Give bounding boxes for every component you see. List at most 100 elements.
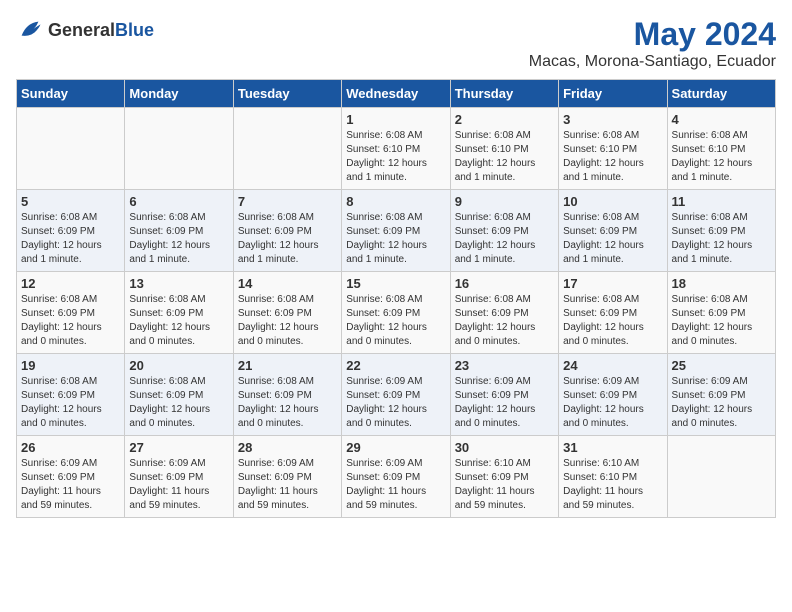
calendar-header: Sunday Monday Tuesday Wednesday Thursday… — [17, 80, 776, 108]
calendar-body: 1 Sunrise: 6:08 AM Sunset: 6:10 PM Daylig… — [17, 108, 776, 518]
day-number: 14 — [238, 276, 337, 291]
calendar-table: Sunday Monday Tuesday Wednesday Thursday… — [16, 79, 776, 518]
day-number: 18 — [672, 276, 771, 291]
calendar-cell: 22 Sunrise: 6:09 AM Sunset: 6:09 PM Dayli… — [342, 354, 450, 436]
day-info: Sunrise: 6:09 AM Sunset: 6:09 PM Dayligh… — [238, 457, 337, 513]
day-info: Sunrise: 6:10 AM Sunset: 6:10 PM Dayligh… — [563, 457, 662, 513]
day-info: Sunrise: 6:08 AM Sunset: 6:09 PM Dayligh… — [563, 293, 662, 349]
day-number: 23 — [455, 358, 554, 373]
day-number: 8 — [346, 194, 445, 209]
calendar-cell: 9 Sunrise: 6:08 AM Sunset: 6:09 PM Daylig… — [450, 190, 558, 272]
calendar-cell: 17 Sunrise: 6:08 AM Sunset: 6:09 PM Dayli… — [559, 272, 667, 354]
calendar-cell: 16 Sunrise: 6:08 AM Sunset: 6:09 PM Dayli… — [450, 272, 558, 354]
day-info: Sunrise: 6:09 AM Sunset: 6:09 PM Dayligh… — [346, 457, 445, 513]
main-title: May 2024 — [529, 16, 776, 53]
day-info: Sunrise: 6:08 AM Sunset: 6:09 PM Dayligh… — [346, 293, 445, 349]
day-number: 6 — [129, 194, 228, 209]
logo-text: GeneralBlue — [48, 20, 154, 41]
day-number: 5 — [21, 194, 120, 209]
page-header: GeneralBlue May 2024 Macas, Morona-Santi… — [16, 16, 776, 71]
calendar-cell: 28 Sunrise: 6:09 AM Sunset: 6:09 PM Dayli… — [233, 436, 341, 518]
day-number: 9 — [455, 194, 554, 209]
day-number: 27 — [129, 440, 228, 455]
calendar-cell: 8 Sunrise: 6:08 AM Sunset: 6:09 PM Daylig… — [342, 190, 450, 272]
day-number: 7 — [238, 194, 337, 209]
calendar-cell: 1 Sunrise: 6:08 AM Sunset: 6:10 PM Daylig… — [342, 108, 450, 190]
day-info: Sunrise: 6:08 AM Sunset: 6:09 PM Dayligh… — [129, 211, 228, 267]
day-info: Sunrise: 6:09 AM Sunset: 6:09 PM Dayligh… — [672, 375, 771, 431]
day-info: Sunrise: 6:08 AM Sunset: 6:09 PM Dayligh… — [21, 211, 120, 267]
calendar-cell: 26 Sunrise: 6:09 AM Sunset: 6:09 PM Dayli… — [17, 436, 125, 518]
day-info: Sunrise: 6:10 AM Sunset: 6:09 PM Dayligh… — [455, 457, 554, 513]
day-info: Sunrise: 6:09 AM Sunset: 6:09 PM Dayligh… — [563, 375, 662, 431]
calendar-cell — [233, 108, 341, 190]
day-info: Sunrise: 6:08 AM Sunset: 6:09 PM Dayligh… — [346, 211, 445, 267]
calendar-cell: 12 Sunrise: 6:08 AM Sunset: 6:09 PM Dayli… — [17, 272, 125, 354]
day-info: Sunrise: 6:08 AM Sunset: 6:09 PM Dayligh… — [129, 293, 228, 349]
day-number: 21 — [238, 358, 337, 373]
calendar-cell: 14 Sunrise: 6:08 AM Sunset: 6:09 PM Dayli… — [233, 272, 341, 354]
day-number: 26 — [21, 440, 120, 455]
calendar-cell: 31 Sunrise: 6:10 AM Sunset: 6:10 PM Dayli… — [559, 436, 667, 518]
day-number: 22 — [346, 358, 445, 373]
day-number: 19 — [21, 358, 120, 373]
calendar-cell: 24 Sunrise: 6:09 AM Sunset: 6:09 PM Dayli… — [559, 354, 667, 436]
header-friday: Friday — [559, 80, 667, 108]
day-info: Sunrise: 6:08 AM Sunset: 6:10 PM Dayligh… — [346, 129, 445, 185]
calendar-week-5: 26 Sunrise: 6:09 AM Sunset: 6:09 PM Dayli… — [17, 436, 776, 518]
calendar-cell: 5 Sunrise: 6:08 AM Sunset: 6:09 PM Daylig… — [17, 190, 125, 272]
day-info: Sunrise: 6:08 AM Sunset: 6:09 PM Dayligh… — [455, 211, 554, 267]
day-info: Sunrise: 6:08 AM Sunset: 6:10 PM Dayligh… — [455, 129, 554, 185]
day-info: Sunrise: 6:09 AM Sunset: 6:09 PM Dayligh… — [21, 457, 120, 513]
day-number: 16 — [455, 276, 554, 291]
header-saturday: Saturday — [667, 80, 775, 108]
day-number: 12 — [21, 276, 120, 291]
calendar-cell: 2 Sunrise: 6:08 AM Sunset: 6:10 PM Daylig… — [450, 108, 558, 190]
calendar-cell: 18 Sunrise: 6:08 AM Sunset: 6:09 PM Dayli… — [667, 272, 775, 354]
day-number: 10 — [563, 194, 662, 209]
day-number: 25 — [672, 358, 771, 373]
day-number: 17 — [563, 276, 662, 291]
day-info: Sunrise: 6:09 AM Sunset: 6:09 PM Dayligh… — [346, 375, 445, 431]
calendar-cell: 4Sunrise: 6:08 AM Sunset: 6:10 PM Daylig… — [667, 108, 775, 190]
header-monday: Monday — [125, 80, 233, 108]
day-info: Sunrise: 6:08 AM Sunset: 6:10 PM Dayligh… — [563, 129, 662, 185]
day-info: Sunrise: 6:08 AM Sunset: 6:09 PM Dayligh… — [563, 211, 662, 267]
day-number: 2 — [455, 112, 554, 127]
day-number: 13 — [129, 276, 228, 291]
day-info: Sunrise: 6:08 AM Sunset: 6:09 PM Dayligh… — [238, 293, 337, 349]
day-number: 11 — [672, 194, 771, 209]
day-number: 20 — [129, 358, 228, 373]
subtitle: Macas, Morona-Santiago, Ecuador — [529, 53, 776, 71]
header-tuesday: Tuesday — [233, 80, 341, 108]
day-info: Sunrise: 6:08 AM Sunset: 6:10 PM Dayligh… — [672, 129, 771, 185]
day-info: Sunrise: 6:08 AM Sunset: 6:09 PM Dayligh… — [455, 293, 554, 349]
day-info: Sunrise: 6:08 AM Sunset: 6:09 PM Dayligh… — [672, 293, 771, 349]
day-info: Sunrise: 6:09 AM Sunset: 6:09 PM Dayligh… — [455, 375, 554, 431]
logo: GeneralBlue — [16, 16, 154, 44]
calendar-cell: 23 Sunrise: 6:09 AM Sunset: 6:09 PM Dayli… — [450, 354, 558, 436]
header-wednesday: Wednesday — [342, 80, 450, 108]
calendar-cell: 13 Sunrise: 6:08 AM Sunset: 6:09 PM Dayli… — [125, 272, 233, 354]
day-number: 24 — [563, 358, 662, 373]
day-number: 31 — [563, 440, 662, 455]
calendar-cell: 29Sunrise: 6:09 AM Sunset: 6:09 PM Dayli… — [342, 436, 450, 518]
calendar-week-1: 1 Sunrise: 6:08 AM Sunset: 6:10 PM Daylig… — [17, 108, 776, 190]
calendar-cell: 27Sunrise: 6:09 AM Sunset: 6:09 PM Dayli… — [125, 436, 233, 518]
day-info: Sunrise: 6:08 AM Sunset: 6:09 PM Dayligh… — [238, 375, 337, 431]
calendar-cell: 6 Sunrise: 6:08 AM Sunset: 6:09 PM Daylig… — [125, 190, 233, 272]
header-sunday: Sunday — [17, 80, 125, 108]
day-number: 28 — [238, 440, 337, 455]
logo-icon — [16, 16, 44, 44]
calendar-cell: 21 Sunrise: 6:08 AM Sunset: 6:09 PM Dayli… — [233, 354, 341, 436]
calendar-cell: 3Sunrise: 6:08 AM Sunset: 6:10 PM Daylig… — [559, 108, 667, 190]
day-number: 1 — [346, 112, 445, 127]
calendar-week-2: 5 Sunrise: 6:08 AM Sunset: 6:09 PM Daylig… — [17, 190, 776, 272]
calendar-cell: 7 Sunrise: 6:08 AM Sunset: 6:09 PM Daylig… — [233, 190, 341, 272]
day-info: Sunrise: 6:08 AM Sunset: 6:09 PM Dayligh… — [238, 211, 337, 267]
calendar-week-4: 19 Sunrise: 6:08 AM Sunset: 6:09 PM Dayli… — [17, 354, 776, 436]
day-number: 30 — [455, 440, 554, 455]
calendar-cell — [667, 436, 775, 518]
day-info: Sunrise: 6:08 AM Sunset: 6:09 PM Dayligh… — [21, 293, 120, 349]
calendar-cell: 15Sunrise: 6:08 AM Sunset: 6:09 PM Dayli… — [342, 272, 450, 354]
